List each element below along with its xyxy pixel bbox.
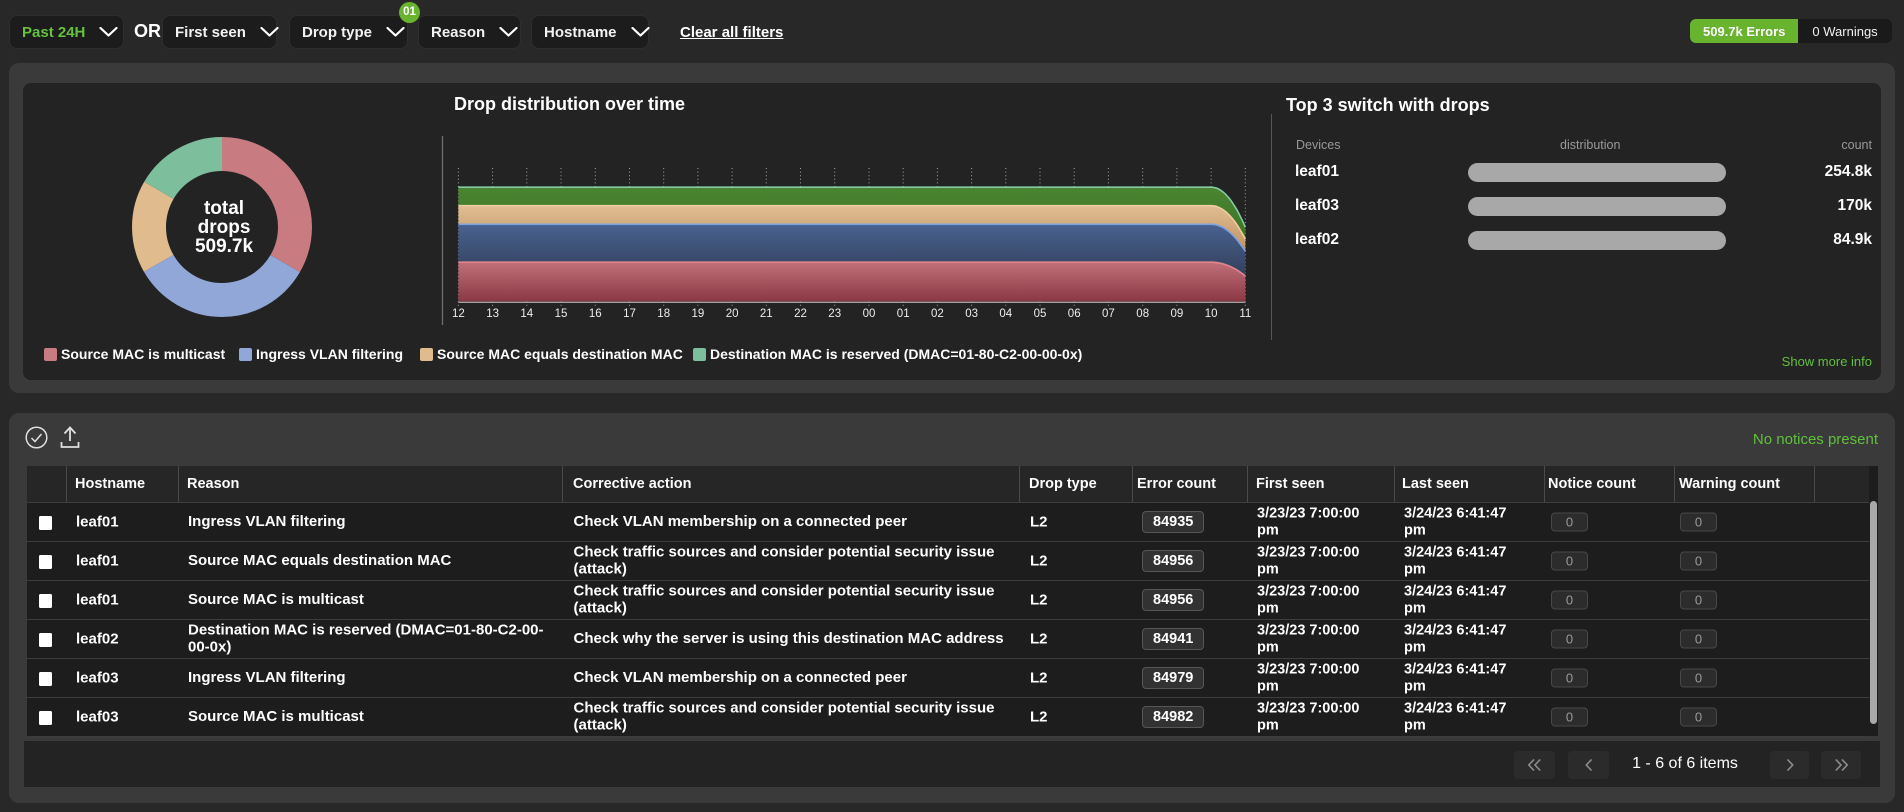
svg-text:07: 07 xyxy=(1102,308,1115,320)
svg-text:11: 11 xyxy=(1239,308,1251,320)
svg-text:09: 09 xyxy=(1171,308,1184,320)
svg-text:02: 02 xyxy=(931,308,944,320)
svg-text:20: 20 xyxy=(726,308,739,320)
svg-text:21: 21 xyxy=(760,308,773,320)
svg-text:10: 10 xyxy=(1205,308,1218,320)
svg-text:04: 04 xyxy=(999,308,1012,320)
svg-text:13: 13 xyxy=(486,308,499,320)
svg-text:16: 16 xyxy=(589,308,602,320)
svg-text:05: 05 xyxy=(1034,308,1047,320)
svg-text:22: 22 xyxy=(794,308,807,320)
svg-text:23: 23 xyxy=(828,308,841,320)
svg-text:15: 15 xyxy=(555,308,568,320)
svg-text:17: 17 xyxy=(623,308,636,320)
svg-text:14: 14 xyxy=(520,308,533,320)
svg-text:08: 08 xyxy=(1136,308,1149,320)
svg-text:18: 18 xyxy=(657,308,670,320)
svg-text:12: 12 xyxy=(452,308,465,320)
svg-text:06: 06 xyxy=(1068,308,1081,320)
svg-text:19: 19 xyxy=(692,308,705,320)
svg-text:01: 01 xyxy=(897,308,910,320)
svg-text:00: 00 xyxy=(863,308,876,320)
svg-text:03: 03 xyxy=(965,308,978,320)
